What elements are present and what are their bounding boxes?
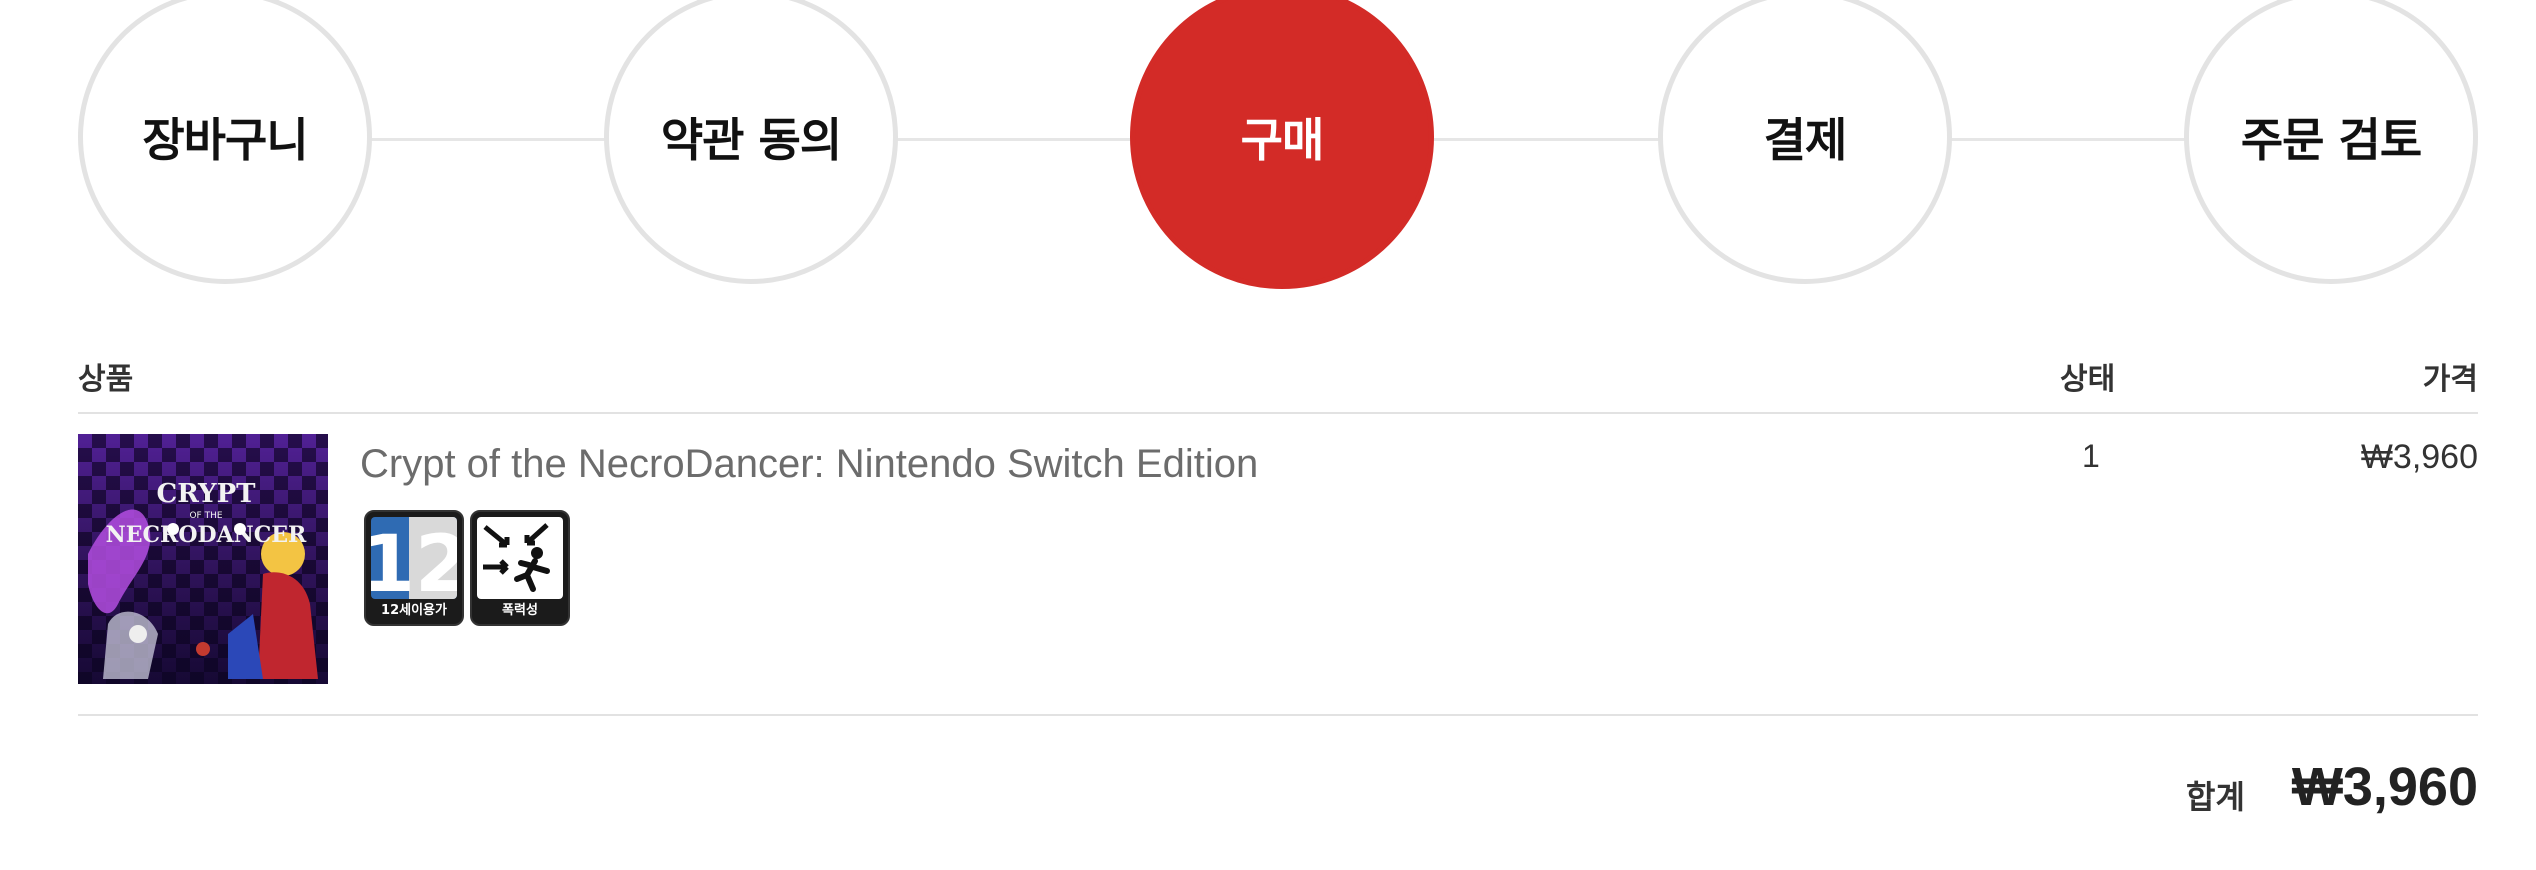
checkout-progress-steps: 장바구니 약관 동의 구매 결제 주문 검토 — [78, 0, 2478, 290]
step-order-review-label: 주문 검토 — [2240, 113, 2422, 167]
thumbnail-title-line2: OF THE — [189, 511, 222, 521]
violence-caption: 폭력성 — [502, 603, 538, 618]
total-label: 합계 — [2186, 778, 2245, 816]
rating-caption: 12세이용가 — [381, 603, 447, 618]
step-payment: 결제 — [1658, 0, 1952, 284]
age-12-rating-icon: 12 12세이용가 — [364, 510, 464, 626]
rating-badges: 12 12세이용가 폭력성 — [364, 510, 570, 626]
rating-number: 12 — [371, 520, 457, 599]
step-order-review: 주문 검토 — [2184, 0, 2478, 284]
header-status: 상태 — [2060, 362, 2116, 397]
header-price: 가격 — [2422, 362, 2478, 397]
item-quantity: 1 — [2082, 438, 2100, 474]
step-purchase-active: 구매 — [1130, 0, 1434, 289]
step-terms-label: 약관 동의 — [660, 113, 842, 167]
order-table-header: 상품 상태 가격 — [78, 346, 2478, 414]
step-terms-agreement: 약관 동의 — [604, 0, 898, 284]
product-thumbnail[interactable]: CRYPT OF THE NECRODANCER — [78, 434, 328, 684]
product-name-link[interactable]: Crypt of the NecroDancer: Nintendo Switc… — [360, 442, 1258, 487]
table-row: CRYPT OF THE NECRODANCER Crypt of the Ne… — [78, 414, 2478, 716]
header-product: 상품 — [78, 362, 134, 397]
step-purchase-label: 구매 — [1240, 113, 1325, 167]
step-cart-label: 장바구니 — [142, 113, 308, 167]
item-price: ₩3,960 — [2360, 438, 2478, 476]
total-value: ₩3,960 — [2291, 757, 2478, 817]
thumbnail-title-line1: CRYPT — [157, 479, 257, 509]
step-cart: 장바구니 — [78, 0, 372, 284]
step-payment-label: 결제 — [1763, 113, 1848, 167]
thumbnail-title-line3: NECRODANCER — [106, 522, 307, 548]
violence-descriptor-icon: 폭력성 — [470, 510, 570, 626]
